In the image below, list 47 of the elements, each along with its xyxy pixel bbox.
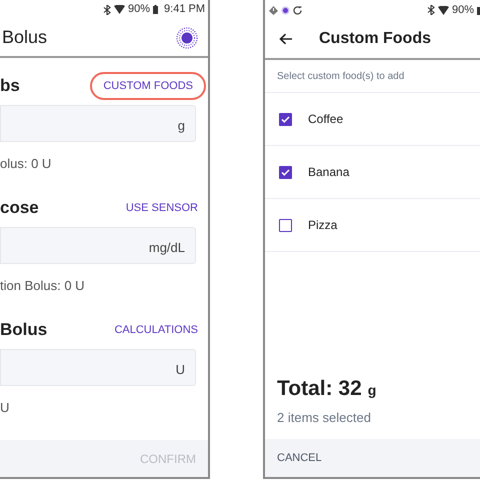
section-title: Bolus bbox=[0, 319, 48, 342]
selected-count: 2 items selected bbox=[277, 408, 372, 426]
input-field[interactable]: g bbox=[0, 105, 196, 142]
check-icon bbox=[281, 116, 290, 122]
section-title: bs bbox=[0, 75, 20, 98]
food-list-item[interactable]: Banana bbox=[265, 146, 480, 199]
food-name: Banana bbox=[308, 164, 350, 181]
total-unit: g bbox=[368, 381, 376, 400]
back-arrow-icon[interactable] bbox=[279, 33, 293, 45]
battery-level: 90% bbox=[128, 2, 150, 18]
food-checkbox[interactable] bbox=[279, 112, 292, 126]
pump-dot-icon bbox=[281, 6, 290, 14]
wifi-icon bbox=[438, 6, 449, 14]
instruction-text: Select custom food(s) to add bbox=[277, 70, 404, 84]
total-value: Total: 32 bbox=[277, 376, 362, 402]
input-field[interactable]: mg/dL bbox=[0, 227, 196, 264]
section-title: cose bbox=[0, 197, 39, 220]
food-list-item[interactable]: Pizza bbox=[265, 199, 480, 252]
bluetooth-icon bbox=[426, 5, 435, 15]
food-checkbox[interactable] bbox=[279, 166, 292, 178]
food-name: Pizza bbox=[308, 217, 338, 234]
check-icon bbox=[281, 168, 290, 176]
screen-title: Custom Foods bbox=[319, 29, 431, 49]
screen-title: Bolus bbox=[2, 26, 48, 50]
bluetooth-icon bbox=[103, 4, 111, 15]
bolus-note: U bbox=[0, 399, 10, 418]
input-field[interactable]: U bbox=[0, 349, 196, 386]
section-action-link[interactable]: CALCULATIONS bbox=[114, 322, 198, 338]
food-list-item[interactable]: Coffee bbox=[265, 93, 480, 146]
alert-icon bbox=[269, 6, 278, 14]
section-action-link[interactable]: USE SENSOR bbox=[126, 200, 198, 216]
wifi-icon bbox=[114, 5, 125, 14]
battery-level: 90% bbox=[452, 2, 474, 18]
bolus-note: tion Bolus: 0 U bbox=[0, 277, 86, 296]
battery-icon bbox=[153, 5, 158, 14]
section-action-link[interactable]: CUSTOM FOODS bbox=[90, 72, 206, 100]
bolus-note: olus: 0 U bbox=[0, 155, 52, 174]
battery-icon bbox=[477, 6, 480, 14]
unit-label: g bbox=[178, 116, 185, 135]
food-name: Coffee bbox=[308, 111, 344, 128]
refresh-icon bbox=[293, 6, 302, 14]
status-time: 9:41 PM bbox=[164, 2, 205, 18]
pump-status-icon[interactable] bbox=[176, 26, 198, 49]
cancel-button[interactable]: CANCEL bbox=[277, 450, 322, 466]
unit-label: mg/dL bbox=[148, 238, 185, 257]
food-checkbox[interactable] bbox=[279, 218, 292, 232]
unit-label: U bbox=[176, 360, 185, 379]
